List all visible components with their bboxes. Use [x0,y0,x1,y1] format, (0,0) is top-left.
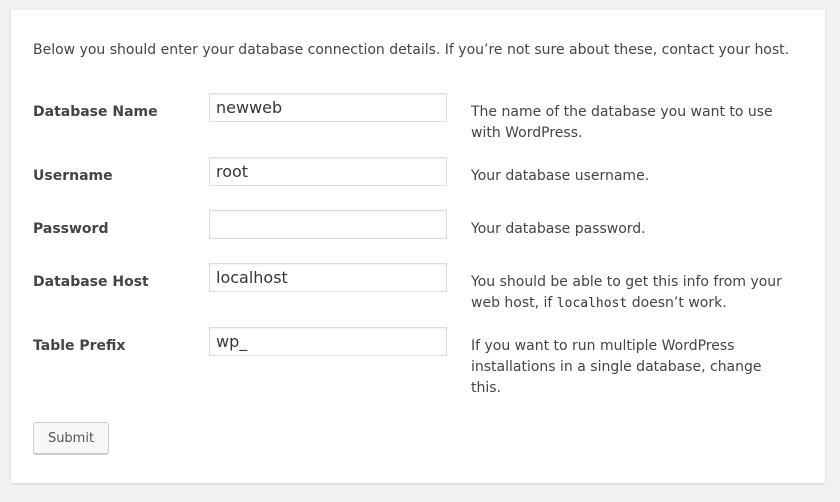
label-username: Username [33,168,113,184]
label-database-host: Database Host [33,274,149,290]
label-password: Password [33,221,109,237]
desc-database-host-text-end: doesn’t work. [627,295,727,311]
desc-database-host-code: localhost [556,296,628,311]
label-database-name: Database Name [33,104,158,120]
database-name-input[interactable] [209,93,447,122]
setup-form-card: Below you should enter your database con… [11,10,825,483]
desc-database-name: The name of the database you want to use… [471,104,773,141]
username-input[interactable] [209,157,447,186]
submit-button[interactable]: Submit [33,422,109,454]
database-host-input[interactable] [209,263,447,292]
desc-table-prefix: If you want to run multiple WordPress in… [471,338,762,396]
desc-password: Your database password. [471,221,646,237]
intro-text: Below you should enter your database con… [33,42,790,58]
desc-database-host: You should be able to get this info from… [471,272,791,314]
desc-username: Your database username. [471,168,650,184]
password-input[interactable] [209,210,447,239]
label-table-prefix: Table Prefix [33,338,126,354]
table-prefix-input[interactable] [209,327,447,356]
